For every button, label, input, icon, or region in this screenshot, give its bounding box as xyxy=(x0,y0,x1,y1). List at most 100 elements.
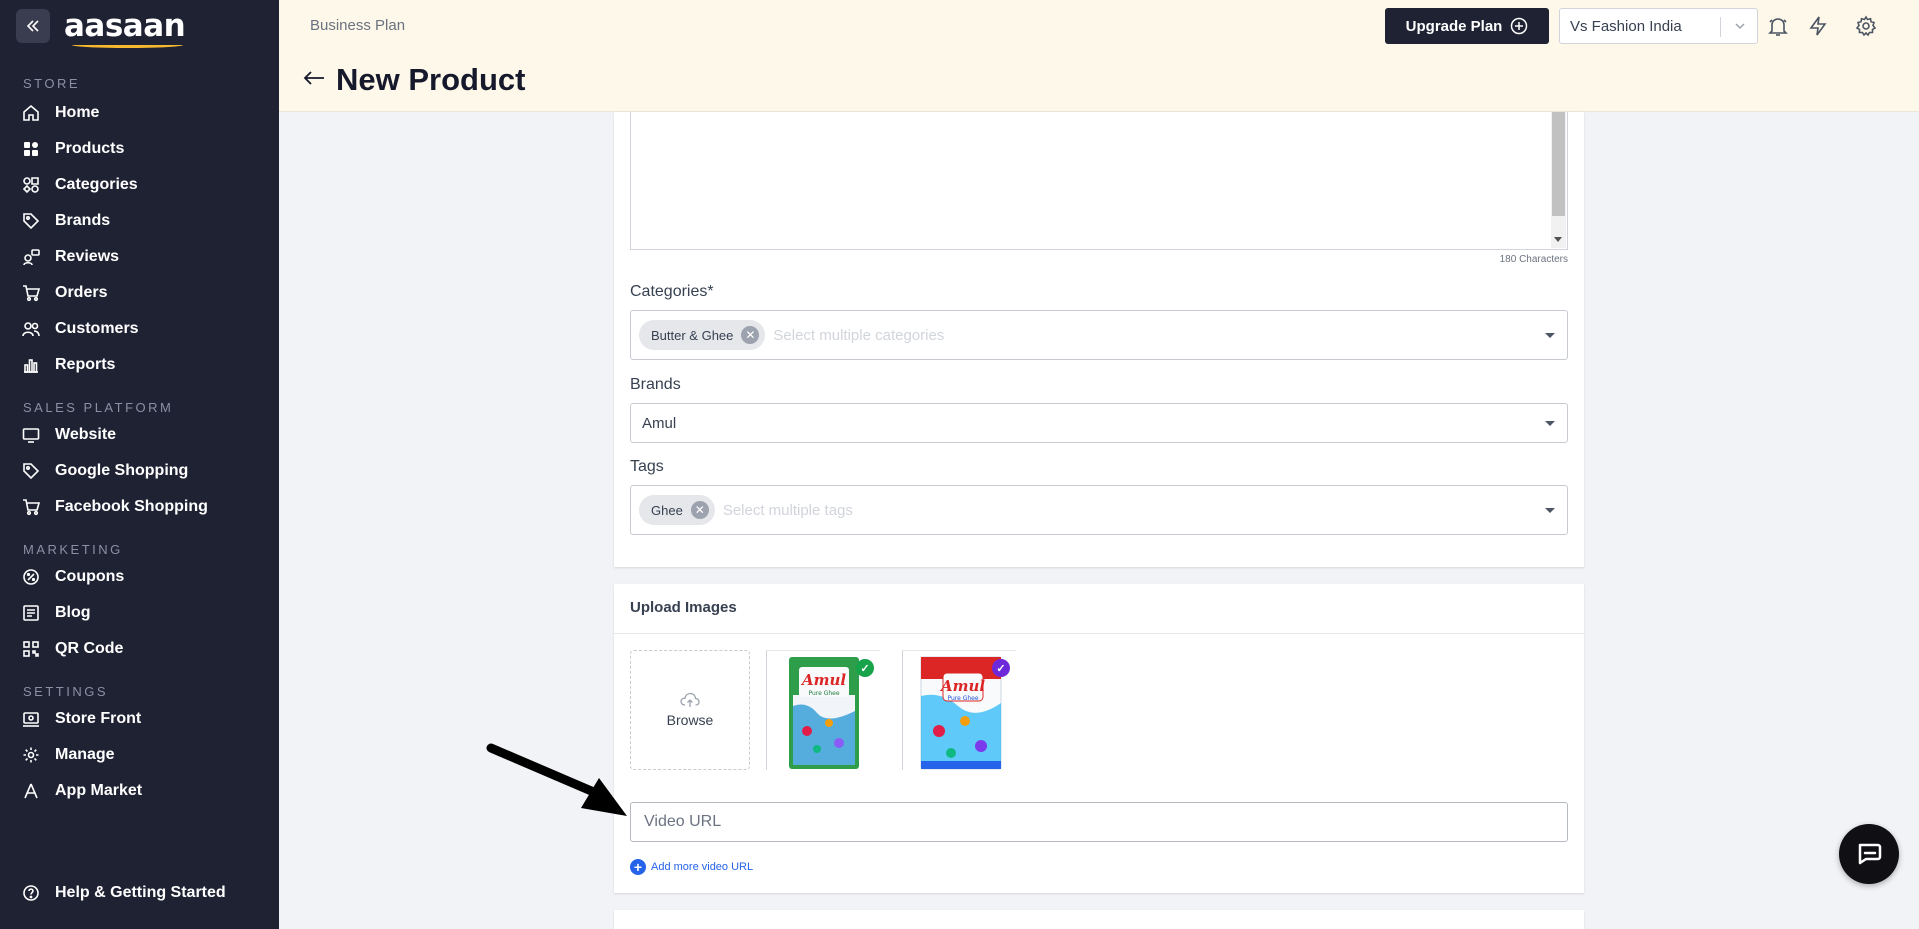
sidebar-item-manage[interactable]: Manage xyxy=(0,737,279,773)
plus-circle-icon xyxy=(1511,17,1528,35)
scrollbar-thumb[interactable] xyxy=(1552,112,1565,216)
product-image-thumbnail[interactable]: Amul Pure Ghee ✓ xyxy=(902,650,1016,770)
sidebar-item-orders[interactable]: Orders xyxy=(0,275,279,311)
add-more-video-url-link[interactable]: + Add more video URL xyxy=(630,859,753,875)
section-title-sales-platform: SALES PLATFORM xyxy=(23,400,174,415)
app-market-icon xyxy=(22,782,40,800)
sidebar-item-label: Brands xyxy=(55,212,111,229)
remove-chip-icon[interactable]: ✕ xyxy=(690,501,709,519)
sidebar-item-brands[interactable]: Brands xyxy=(0,203,279,239)
tags-label: Tags xyxy=(630,458,664,475)
grid-icon xyxy=(22,140,40,158)
back-arrow-icon[interactable] xyxy=(303,70,325,86)
category-chip: Butter & Ghee ✕ xyxy=(639,320,766,350)
check-badge-icon: ✓ xyxy=(856,659,874,677)
sidebar-item-label: Manage xyxy=(55,746,115,763)
brands-label: Brands xyxy=(630,376,681,393)
tag-chip: Ghee ✕ xyxy=(639,495,715,525)
sidebar-item-customers[interactable]: Customers xyxy=(0,311,279,347)
collapse-sidebar-button[interactable] xyxy=(16,9,50,43)
chevron-down-icon xyxy=(1735,23,1745,30)
character-count: 180 Characters xyxy=(1499,254,1568,265)
plan-label: Business Plan xyxy=(310,17,406,34)
gear-icon xyxy=(22,746,40,764)
sidebar-item-label: Help & Getting Started xyxy=(55,884,226,901)
browse-button[interactable]: Browse xyxy=(630,650,750,770)
annotation-arrow-icon xyxy=(486,743,627,816)
tag-icon xyxy=(22,462,40,480)
caret-down-icon xyxy=(1545,421,1555,426)
help-icon xyxy=(22,884,40,902)
sidebar-item-label: Website xyxy=(55,426,117,443)
categories-label: Categories* xyxy=(630,283,714,301)
video-url-input[interactable] xyxy=(630,802,1568,842)
textarea-scrollbar[interactable] xyxy=(1551,112,1566,248)
section-title-store: STORE xyxy=(23,76,81,91)
sidebar-item-label: Facebook Shopping xyxy=(55,498,208,515)
store-name: Vs Fashion India xyxy=(1570,17,1682,35)
settings-gear-icon[interactable] xyxy=(1855,15,1877,37)
sidebar-item-blog[interactable]: Blog xyxy=(0,595,279,631)
sidebar-item-label: Blog xyxy=(55,604,91,621)
sidebar-item-label: Store Front xyxy=(55,710,142,727)
sidebar-item-label: App Market xyxy=(55,782,143,799)
top-header: Business Plan New Product Upgrade Plan V… xyxy=(279,0,1919,112)
sidebar-item-reviews[interactable]: Reviews xyxy=(0,239,279,275)
add-more-video-url-label: Add more video URL xyxy=(651,861,754,873)
section-title-marketing: MARKETING xyxy=(23,542,123,557)
scroll-down-arrow-icon[interactable] xyxy=(1554,237,1562,242)
notification-bell-icon[interactable] xyxy=(1767,15,1789,37)
svg-text:Pure Ghee: Pure Ghee xyxy=(947,695,978,702)
tags-placeholder: Select multiple tags xyxy=(722,501,853,519)
sidebar-item-products[interactable]: Products xyxy=(0,131,279,167)
sidebar-top: aasaan xyxy=(0,0,279,52)
sidebar-item-label: Reports xyxy=(55,356,116,373)
sidebar-item-website[interactable]: Website xyxy=(0,417,279,453)
sidebar-item-categories[interactable]: Categories xyxy=(0,167,279,203)
required-mark: * xyxy=(707,283,714,300)
sidebar-item-label: Home xyxy=(55,104,100,121)
section-title-settings: SETTINGS xyxy=(23,684,109,699)
brands-select[interactable]: Amul xyxy=(630,403,1568,443)
sidebar-item-label: Customers xyxy=(55,320,139,337)
upgrade-plan-button[interactable]: Upgrade Plan xyxy=(1385,8,1549,44)
sidebar-item-help[interactable]: Help & Getting Started xyxy=(0,875,279,911)
next-section-card xyxy=(614,910,1584,929)
sidebar-item-label: Categories xyxy=(55,176,138,193)
sidebar-item-google-shopping[interactable]: Google Shopping xyxy=(0,453,279,489)
sidebar-item-qr-code[interactable]: QR Code xyxy=(0,631,279,667)
store-select[interactable]: Vs Fashion India xyxy=(1559,8,1758,44)
svg-text:Amul: Amul xyxy=(800,671,846,689)
chip-label: Ghee xyxy=(651,502,683,518)
sidebar-item-facebook-shopping[interactable]: Facebook Shopping xyxy=(0,489,279,525)
sidebar-item-label: Google Shopping xyxy=(55,462,189,479)
plus-circle-icon: + xyxy=(630,859,646,875)
browse-label: Browse xyxy=(666,712,714,728)
users-icon xyxy=(22,320,40,338)
cart-icon xyxy=(22,498,40,516)
storefront-icon xyxy=(22,710,40,728)
tags-select[interactable]: Ghee ✕ Select multiple tags xyxy=(630,485,1568,535)
brands-value: Amul xyxy=(642,414,677,432)
sidebar-item-app-market[interactable]: App Market xyxy=(0,773,279,809)
product-details-card: 180 Characters Categories* Butter & Ghee… xyxy=(614,112,1584,567)
description-textarea[interactable] xyxy=(630,112,1568,250)
sidebar-item-label: Orders xyxy=(55,284,108,301)
chip-label: Butter & Ghee xyxy=(651,327,734,343)
categories-placeholder: Select multiple categories xyxy=(773,326,945,344)
sidebar-item-store-front[interactable]: Store Front xyxy=(0,701,279,737)
categories-select[interactable]: Butter & Ghee ✕ Select multiple categori… xyxy=(630,310,1568,360)
caret-down-icon xyxy=(1545,508,1555,513)
product-image-thumbnail[interactable]: Amul Pure Ghee ✓ xyxy=(766,650,880,770)
sidebar-item-home[interactable]: Home xyxy=(0,95,279,131)
sidebar-item-coupons[interactable]: Coupons xyxy=(0,559,279,595)
home-icon xyxy=(22,104,40,122)
coupon-icon xyxy=(22,568,40,586)
remove-chip-icon[interactable]: ✕ xyxy=(741,326,760,344)
monitor-icon xyxy=(22,426,40,444)
sidebar-item-label: Reviews xyxy=(55,248,120,265)
sidebar-item-reports[interactable]: Reports xyxy=(0,347,279,383)
lightning-icon[interactable] xyxy=(1807,15,1829,37)
chat-widget-button[interactable] xyxy=(1839,824,1899,884)
chat-bubble-icon xyxy=(1858,843,1882,865)
